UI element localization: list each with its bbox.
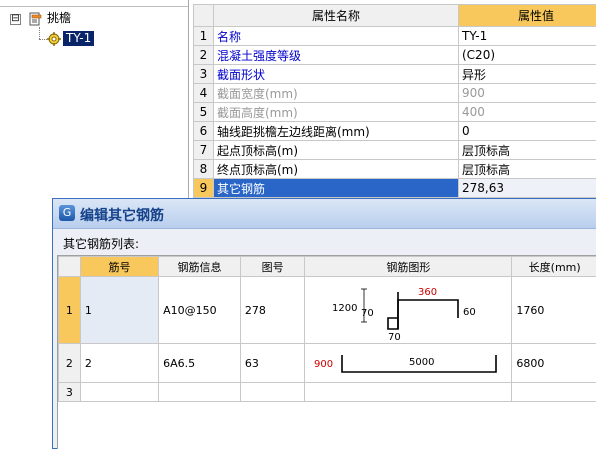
cell-bar-shape[interactable]: 1200 70 360 60 70	[305, 277, 512, 344]
property-value[interactable]: 层顶标高	[459, 160, 596, 179]
cell-bar-info[interactable]: 6A6.5	[159, 344, 241, 383]
property-name[interactable]: 截面宽度(mm)	[214, 84, 459, 103]
property-row[interactable]: 4截面宽度(mm)900	[194, 84, 596, 103]
rebar-grid: 筋号 钢筋信息 图号 钢筋图形 长度(mm) 1 1 A10@150 278	[57, 255, 596, 449]
cell-bar-no[interactable]: 1	[80, 277, 158, 344]
property-value[interactable]: 278,63	[459, 179, 596, 198]
row-number[interactable]: 3	[59, 383, 81, 402]
dim-hook: 70	[361, 308, 374, 319]
property-name[interactable]: 终点顶标高(m)	[214, 160, 459, 179]
property-row[interactable]: 7起点顶标高(m)层顶标高	[194, 141, 596, 160]
property-name[interactable]: 名称	[214, 27, 459, 46]
property-row[interactable]: 8终点顶标高(m)层顶标高	[194, 160, 596, 179]
cell-bar-no[interactable]: 2	[80, 344, 158, 383]
row-number[interactable]: 7	[194, 141, 214, 160]
cell-figure-no[interactable]	[240, 383, 305, 402]
property-row[interactable]: 5截面高度(mm)400	[194, 103, 596, 122]
col-length[interactable]: 长度(mm)	[512, 257, 596, 277]
cell-bar-info[interactable]	[159, 383, 241, 402]
document-icon	[29, 12, 43, 26]
row-number[interactable]: 6	[194, 122, 214, 141]
property-value[interactable]: 异形	[459, 65, 596, 84]
cell-bar-no[interactable]	[80, 383, 158, 402]
row-number[interactable]: 1	[59, 277, 81, 344]
cell-bar-shape[interactable]: 900 5000	[305, 344, 512, 383]
row-number[interactable]: 4	[194, 84, 214, 103]
cell-length[interactable]: 6800	[512, 344, 596, 383]
dim-top: 360	[418, 287, 437, 298]
col-bar-shape[interactable]: 钢筋图形	[305, 257, 512, 277]
row-number[interactable]: 3	[194, 65, 214, 84]
dim-end: 60	[463, 307, 476, 318]
property-row[interactable]: 1名称TY-1	[194, 27, 596, 46]
dim-span: 5000	[409, 357, 434, 368]
rebar-shape-diagram-1: 1200 70 360 60 70	[305, 277, 511, 343]
cell-figure-no[interactable]: 278	[240, 277, 305, 344]
col-bar-info[interactable]: 钢筋信息	[159, 257, 241, 277]
row-number[interactable]: 9	[194, 179, 214, 198]
table-row[interactable]: 2 2 6A6.5 63 900 5000 6800	[59, 344, 596, 383]
cell-length[interactable]: 1760	[512, 277, 596, 344]
dim-left: 900	[314, 359, 333, 370]
property-value[interactable]: 层顶标高	[459, 141, 596, 160]
cell-bar-info[interactable]: A10@150	[159, 277, 241, 344]
property-row[interactable]: 2混凝土强度等级(C20)	[194, 46, 596, 65]
property-name[interactable]: 起点顶标高(m)	[214, 141, 459, 160]
property-name[interactable]: 其它钢筋	[214, 179, 459, 198]
cell-figure-no[interactable]: 63	[240, 344, 305, 383]
row-number[interactable]: 8	[194, 160, 214, 179]
property-name[interactable]: 轴线距挑檐左边线距离(mm)	[214, 122, 459, 141]
property-value[interactable]: (C20)	[459, 46, 596, 65]
tree-connector	[39, 39, 47, 40]
property-value[interactable]: 0	[459, 122, 596, 141]
rebar-hook	[388, 292, 398, 329]
dialog-title: 编辑其它钢筋	[80, 205, 164, 225]
header-property-name[interactable]: 属性名称	[214, 5, 459, 27]
row-number[interactable]: 1	[194, 27, 214, 46]
property-name[interactable]: 混凝土强度等级	[214, 46, 459, 65]
component-tree: ⊟ 挑檐 TY-1	[0, 0, 189, 198]
row-number[interactable]: 2	[59, 344, 81, 383]
dialog-titlebar[interactable]: G 编辑其它钢筋	[53, 199, 596, 229]
corner-header	[194, 5, 214, 27]
rebar-bar	[398, 300, 458, 329]
property-name[interactable]: 截面形状	[214, 65, 459, 84]
tree-root-label[interactable]: 挑檐	[47, 11, 71, 26]
table-row[interactable]: 1 1 A10@150 278 1200 70 360	[59, 277, 596, 344]
property-value[interactable]: 900	[459, 84, 596, 103]
row-number[interactable]: 2	[194, 46, 214, 65]
col-figure-no[interactable]: 图号	[240, 257, 305, 277]
dim-left: 1200	[332, 303, 357, 314]
tree-toolbar	[0, 0, 188, 7]
dim-bottom: 70	[388, 332, 401, 343]
row-number[interactable]: 5	[194, 103, 214, 122]
grid-corner	[59, 257, 81, 277]
property-value[interactable]: 400	[459, 103, 596, 122]
cell-bar-shape[interactable]	[305, 383, 512, 402]
cell-length[interactable]	[512, 383, 596, 402]
property-row[interactable]: 3截面形状异形	[194, 65, 596, 84]
tree-item-ty1[interactable]: TY-1	[63, 31, 94, 46]
header-property-value[interactable]: 属性值	[459, 5, 596, 27]
property-grid: 属性名称 属性值 1名称TY-12混凝土强度等级(C20)3截面形状异形4截面宽…	[193, 4, 596, 199]
tree-connector	[39, 27, 40, 39]
property-row[interactable]: 6轴线距挑檐左边线距离(mm)0	[194, 122, 596, 141]
collapse-toggle-icon[interactable]: ⊟	[10, 14, 21, 25]
edit-other-rebar-dialog: G 编辑其它钢筋 其它钢筋列表: 筋号 钢筋信息 图号 钢筋图形 长度(mm)	[52, 198, 596, 449]
rebar-list-label: 其它钢筋列表:	[63, 235, 139, 252]
gear-icon	[47, 32, 61, 46]
property-value[interactable]: TY-1	[459, 27, 596, 46]
col-bar-no[interactable]: 筋号	[80, 257, 158, 277]
rebar-shape-diagram-2: 900 5000	[305, 344, 511, 382]
app-icon: G	[59, 205, 75, 221]
table-row[interactable]: 3	[59, 383, 596, 402]
property-name[interactable]: 截面高度(mm)	[214, 103, 459, 122]
property-row[interactable]: 9其它钢筋278,63	[194, 179, 596, 198]
